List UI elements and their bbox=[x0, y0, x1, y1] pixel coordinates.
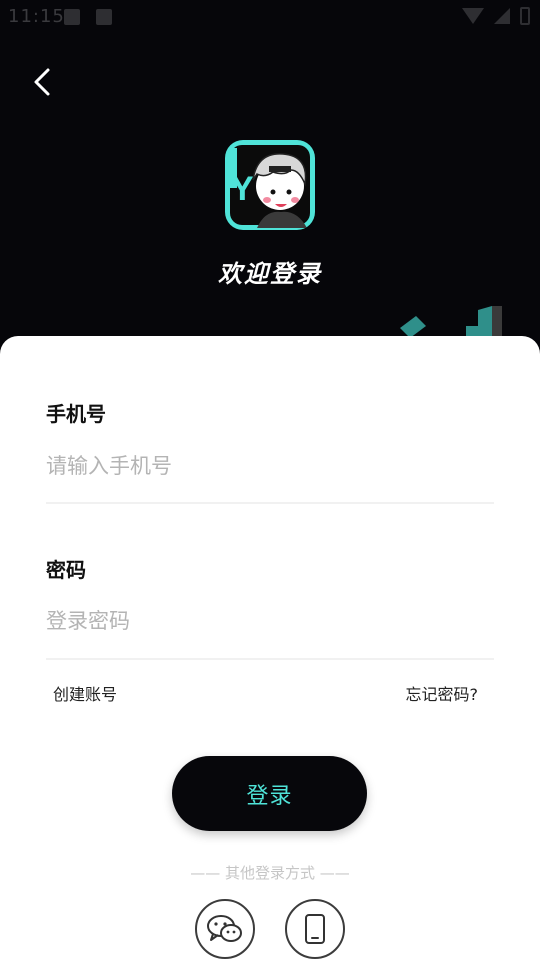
password-label: 密码 bbox=[46, 558, 86, 582]
status-indicators bbox=[462, 7, 530, 25]
welcome-title: 欢迎登录 bbox=[218, 260, 322, 288]
login-button[interactable]: 登录 bbox=[172, 756, 367, 831]
login-card: 手机号 密码 创建账号 忘记密码? 登录 —— 其他登录方式 —— bbox=[0, 336, 540, 960]
status-notifications bbox=[64, 9, 112, 25]
battery-icon bbox=[520, 7, 530, 25]
status-time: 11:15 bbox=[8, 6, 65, 27]
status-bar: 11:15 bbox=[0, 0, 540, 36]
wechat-login-button[interactable] bbox=[195, 899, 255, 959]
notification-icon bbox=[96, 9, 112, 25]
wifi-icon bbox=[462, 8, 484, 24]
password-divider bbox=[46, 658, 494, 660]
phone-label: 手机号 bbox=[46, 402, 106, 426]
notification-icon bbox=[64, 9, 80, 25]
cellular-icon bbox=[494, 8, 510, 24]
back-button[interactable] bbox=[26, 62, 66, 102]
create-account-link[interactable]: 创建账号 bbox=[53, 681, 117, 705]
other-login-label: —— 其他登录方式 —— bbox=[190, 864, 350, 882]
forgot-password-link[interactable]: 忘记密码? bbox=[406, 681, 479, 705]
phone-input[interactable] bbox=[46, 446, 494, 486]
phone-divider bbox=[46, 502, 494, 504]
phone-login-button[interactable] bbox=[285, 899, 345, 959]
wechat-icon bbox=[207, 915, 242, 942]
password-input[interactable] bbox=[46, 601, 494, 641]
app-logo: Y bbox=[225, 140, 315, 230]
back-arrow-icon bbox=[34, 68, 50, 96]
phone-icon bbox=[305, 914, 325, 944]
